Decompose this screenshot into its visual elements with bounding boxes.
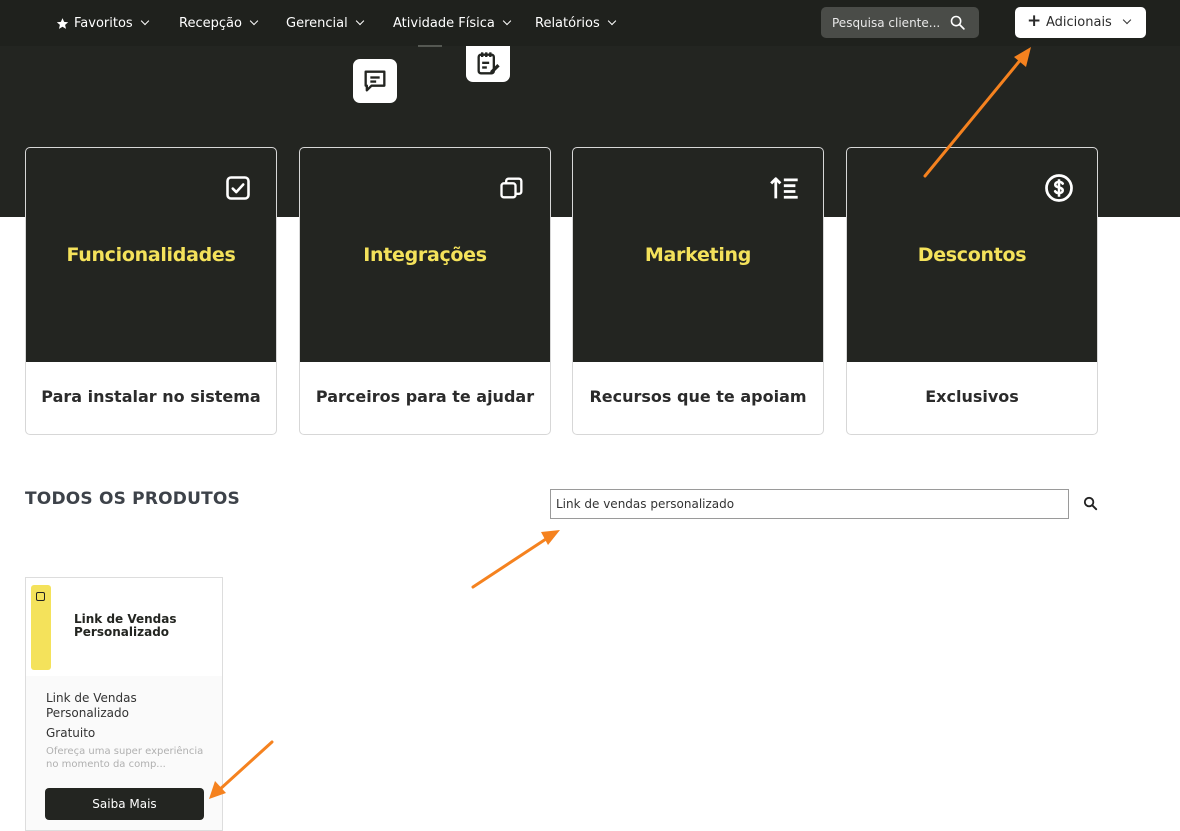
saiba-mais-button[interactable]: Saiba Mais	[45, 788, 204, 820]
card-header: Marketing	[573, 148, 823, 362]
client-search-input[interactable]: Pesquisa cliente...	[821, 7, 979, 38]
product-search-input[interactable]: Link de vendas personalizado	[550, 489, 1069, 519]
category-subtitle: Parceiros para te ajudar	[315, 387, 535, 406]
category-title: Descontos	[917, 244, 1027, 266]
category-title: Integrações	[363, 244, 487, 266]
chevron-down-icon	[355, 16, 364, 26]
adicionais-label: Adicionais	[1046, 15, 1112, 30]
category-subtitle: Para instalar no sistema	[41, 387, 261, 406]
nav-atividade-fisica[interactable]: Atividade Física	[393, 13, 512, 33]
search-icon[interactable]	[949, 14, 966, 31]
notes-bubble-button[interactable]	[466, 46, 510, 82]
category-card-funcionalidades[interactable]: Funcionalidades Para instalar no sistema	[25, 147, 277, 435]
note-edit-icon	[477, 52, 500, 75]
star-icon	[56, 17, 69, 29]
product-name: Link de Vendas Personalizado	[46, 691, 137, 721]
card-header: Integrações	[300, 148, 550, 362]
plus-icon: +	[1027, 11, 1042, 31]
adicionais-button[interactable]: + Adicionais	[1015, 7, 1146, 38]
search-icon[interactable]	[1082, 495, 1099, 512]
product-banner-title: Link de Vendas Personalizado	[74, 613, 177, 639]
nav-relatorios[interactable]: Relatórios	[535, 13, 617, 33]
category-subtitle: Recursos que te apoiam	[589, 387, 807, 406]
chevron-down-icon	[140, 16, 149, 26]
product-description: Ofereça uma super experiência no momento…	[46, 746, 204, 770]
dollar-circle-icon	[1043, 172, 1075, 204]
card-header: Funcionalidades	[26, 148, 276, 362]
client-search-placeholder: Pesquisa cliente...	[832, 15, 941, 30]
sort-list-icon	[769, 172, 801, 204]
product-price: Gratuito	[46, 726, 96, 740]
banner-title-line-2: Personalizado	[74, 625, 170, 639]
nav-recepcao[interactable]: Recepção	[179, 13, 259, 33]
checkbox-icon	[36, 592, 45, 601]
nav-relatorios-label: Relatórios	[535, 15, 600, 31]
product-name-line-2: Personalizado	[46, 706, 129, 720]
category-card-descontos[interactable]: Descontos Exclusivos	[846, 147, 1098, 435]
nav-gerencial[interactable]: Gerencial	[286, 13, 364, 33]
chevron-down-icon	[502, 16, 512, 26]
chat-bubble-button[interactable]	[353, 59, 397, 103]
divider	[418, 45, 442, 47]
nav-favoritos[interactable]: Favoritos	[56, 13, 149, 33]
nav-gerencial-label: Gerencial	[286, 15, 348, 31]
nav-recepcao-label: Recepção	[179, 15, 242, 31]
chevron-down-icon	[249, 16, 259, 26]
product-name-line-1: Link de Vendas	[46, 691, 137, 705]
nav-favoritos-label: Favoritos	[74, 15, 133, 31]
nav-atividade-fisica-label: Atividade Física	[393, 15, 495, 31]
category-card-integracoes[interactable]: Integrações Parceiros para te ajudar	[299, 147, 551, 435]
category-card-marketing[interactable]: Marketing Recursos que te apoiam	[572, 147, 824, 435]
top-navigation-bar: Favoritos Recepção Gerencial Atividade F…	[0, 0, 1180, 46]
chevron-down-icon[interactable]	[1122, 15, 1132, 25]
checkbox-icon	[222, 172, 254, 204]
chevron-down-icon	[607, 16, 617, 26]
category-title: Marketing	[644, 244, 752, 266]
section-title: TODOS OS PRODUTOS	[25, 489, 240, 509]
copy-icon	[496, 172, 528, 204]
annotation-arrow	[471, 530, 560, 589]
product-banner: Link de Vendas Personalizado	[26, 578, 222, 676]
card-header: Descontos	[847, 148, 1097, 362]
category-subtitle: Exclusivos	[925, 387, 1019, 406]
category-title: Funcionalidades	[66, 244, 236, 266]
chat-icon	[364, 70, 386, 92]
product-card: Link de Vendas Personalizado Link de Ven…	[25, 577, 223, 831]
